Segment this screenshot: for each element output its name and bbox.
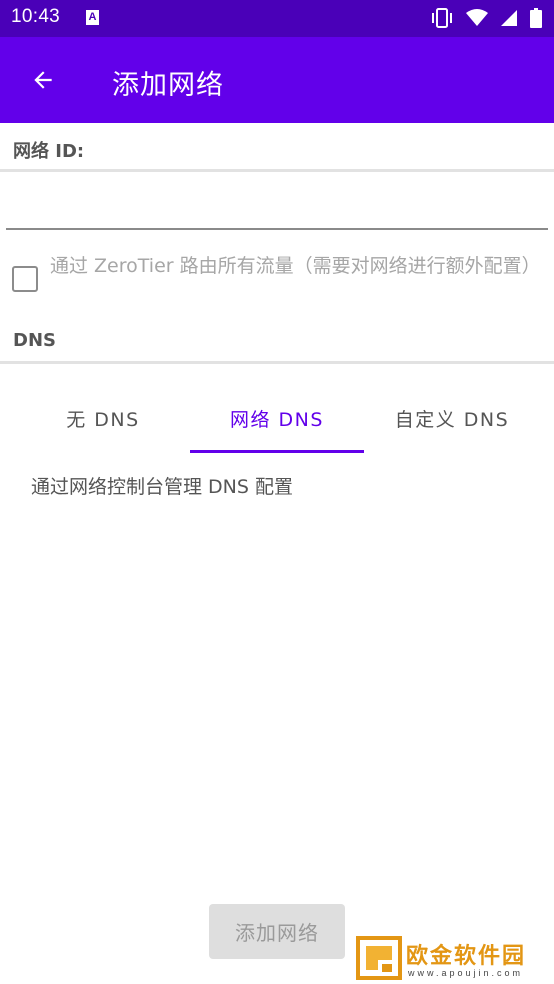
watermark: 欧金软件园 www.apoujin.com bbox=[354, 936, 554, 984]
app-bar: 添加网络 bbox=[0, 37, 554, 123]
vibrate-icon bbox=[432, 8, 452, 28]
tab-custom-dns[interactable]: 自定义 DNS bbox=[364, 383, 540, 453]
watermark-url: www.apoujin.com bbox=[408, 968, 524, 978]
signal-icon bbox=[501, 10, 517, 26]
status-icons bbox=[430, 8, 542, 28]
status-time: 10:43 bbox=[11, 6, 61, 27]
tab-network-dns[interactable]: 网络 DNS bbox=[190, 383, 364, 453]
tab-indicator bbox=[190, 450, 364, 453]
watermark-logo-icon bbox=[356, 936, 402, 980]
route-all-traffic-label: 通过 ZeroTier 路由所有流量（需要对网络进行额外配置） bbox=[50, 255, 541, 277]
tab-no-dns[interactable]: 无 DNS bbox=[16, 383, 190, 453]
notification-a-icon: A bbox=[86, 10, 99, 25]
battery-icon bbox=[530, 8, 542, 28]
page-title: 添加网络 bbox=[112, 70, 224, 101]
route-all-traffic-checkbox[interactable] bbox=[12, 266, 38, 292]
watermark-title: 欧金软件园 bbox=[406, 944, 527, 969]
add-network-button[interactable]: 添加网络 bbox=[209, 904, 345, 959]
back-button[interactable] bbox=[20, 57, 66, 103]
dns-description: 通过网络控制台管理 DNS 配置 bbox=[31, 476, 293, 498]
arrow-back-icon bbox=[34, 71, 52, 89]
status-bar: 10:43 A bbox=[0, 0, 554, 37]
dns-divider bbox=[0, 361, 554, 364]
network-id-input[interactable] bbox=[6, 172, 548, 230]
wifi-icon bbox=[466, 9, 488, 26]
network-id-label: 网络 ID: bbox=[13, 141, 85, 162]
dns-section-label: DNS bbox=[13, 330, 56, 351]
